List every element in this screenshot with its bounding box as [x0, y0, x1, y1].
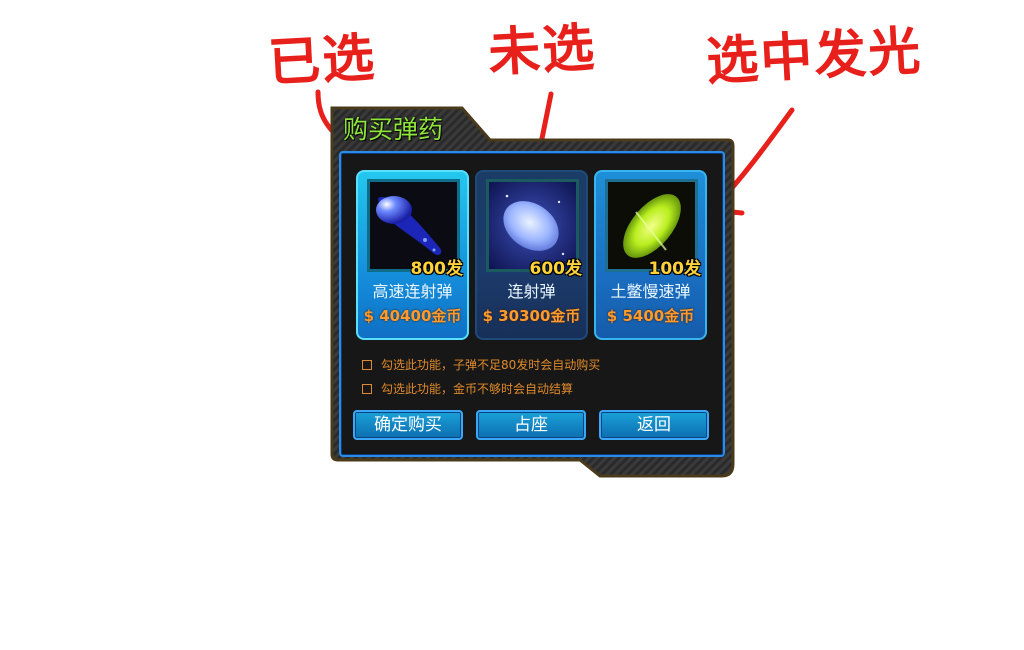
back-button[interactable]: 返回	[599, 410, 709, 440]
ammo-count: 800发	[410, 259, 464, 279]
dialog-title: 购买弹药	[343, 115, 444, 144]
auto-buy-checkbox[interactable]	[362, 359, 372, 370]
ammo-card-selected[interactable]: 800发 高速连射弹 $ 40400金币	[356, 170, 469, 340]
confirm-purchase-button[interactable]: 确定购买	[353, 410, 463, 440]
ammo-count: 600发	[529, 259, 583, 279]
annotation-selected-label: 已选	[266, 28, 378, 94]
annotation-unselected-label: 未选	[486, 18, 598, 84]
auto-buy-option[interactable]: 勾选此功能，子弹不足80发时会自动购买	[362, 356, 600, 373]
ammo-name: 连射弹	[507, 282, 556, 301]
annotation-highlight-label: 选中发光	[704, 21, 924, 93]
ammo-name: 高速连射弹	[372, 282, 453, 301]
ammo-price: $ 5400金币	[606, 307, 695, 325]
auto-settle-option[interactable]: 勾选此功能，金币不够时会自动结算	[362, 380, 573, 397]
ammo-name: 土鳖慢速弹	[610, 282, 691, 301]
occupy-seat-button[interactable]: 占座	[476, 410, 586, 440]
auto-settle-label: 勾选此功能，金币不够时会自动结算	[381, 382, 574, 396]
ammo-price: $ 30300金币	[482, 307, 581, 325]
ammo-card-highlight[interactable]: 100发 土鳖慢速弹 $ 5400金币	[594, 170, 707, 340]
auto-settle-checkbox[interactable]	[362, 383, 372, 394]
auto-buy-label: 勾选此功能，子弹不足80发时会自动购买	[381, 358, 601, 372]
ammo-card-unselected[interactable]: 600发 连射弹 $ 30300金币	[475, 170, 588, 340]
ammo-price: $ 40400金币	[363, 307, 462, 325]
buy-ammo-dialog: 购买弹药 800发 高速连射弹 $ 40400金币 600发 连射弹 $ 303…	[330, 104, 735, 480]
ammo-count: 100发	[648, 259, 702, 279]
